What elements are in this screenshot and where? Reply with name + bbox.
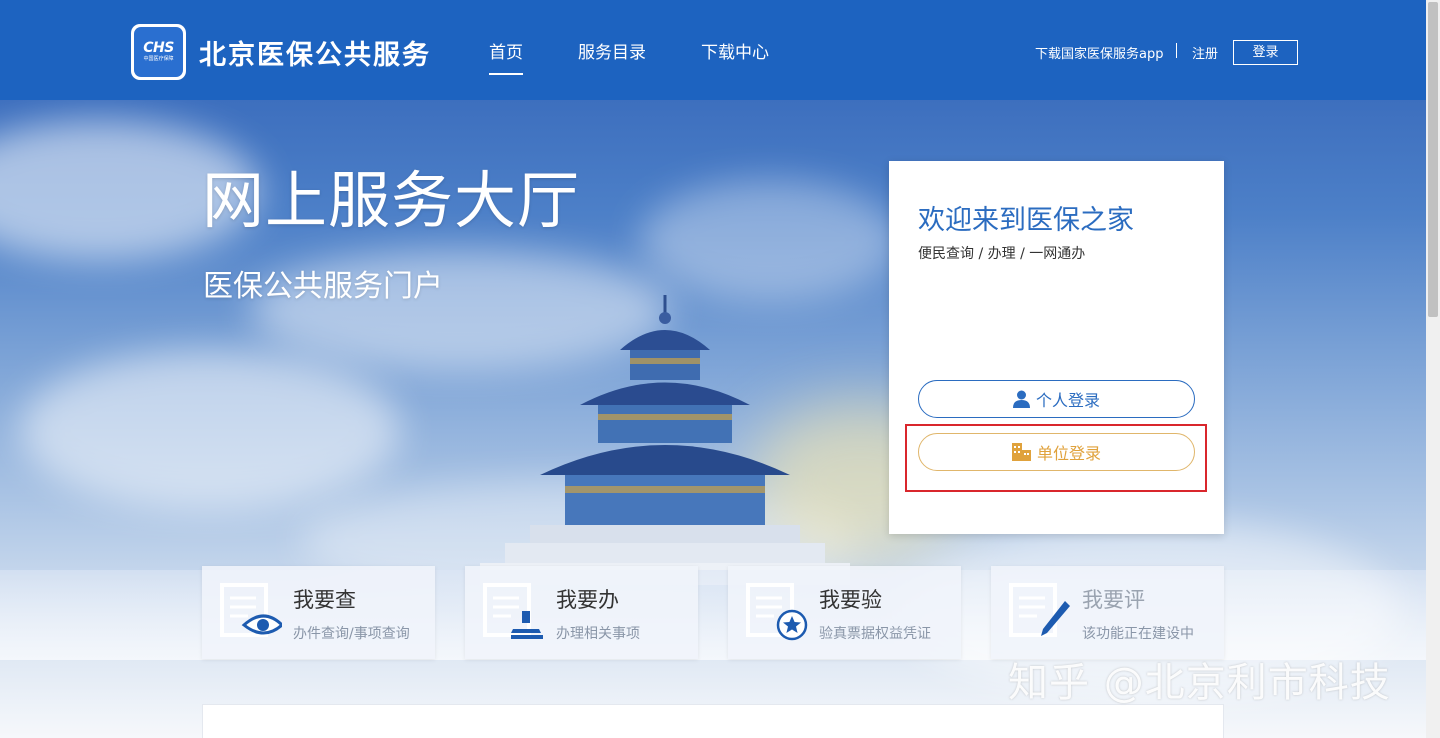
- tile-desc: 办理相关事项: [556, 626, 640, 642]
- nav-download-center[interactable]: 下载中心: [701, 38, 769, 63]
- logo-text: CHS: [143, 40, 174, 56]
- tile-desc: 办件查询/事项查询: [293, 626, 410, 642]
- watermark: 知乎 @北京利市科技: [1008, 660, 1391, 706]
- tile-desc: 该功能正在建设中: [1082, 626, 1194, 642]
- document-pen-icon: [1009, 583, 1070, 637]
- service-tile-verify[interactable]: 我要验 验真票据权益凭证: [728, 566, 961, 659]
- welcome-subtitle: 便民查询 / 办理 / 一网通办: [918, 246, 1086, 262]
- tile-name: 我要办: [556, 588, 619, 612]
- cloud-decoration: [20, 350, 400, 510]
- site-title[interactable]: 北京医保公共服务: [199, 33, 431, 72]
- logo-subtext: 中国医疗保障: [143, 56, 174, 62]
- page-scrollbar[interactable]: [1426, 0, 1440, 738]
- tile-desc: 验真票据权益凭证: [819, 626, 931, 642]
- login-card: 欢迎来到医保之家 便民查询 / 办理 / 一网通办 个人登录 单位登录: [889, 161, 1224, 534]
- hero-title: 网上服务大厅: [202, 164, 581, 237]
- download-app-link[interactable]: 下载国家医保服务app: [1035, 43, 1163, 62]
- service-tile-evaluate[interactable]: 我要评 该功能正在建设中: [991, 566, 1224, 659]
- hero-subtitle: 医保公共服务门户: [203, 269, 443, 304]
- temple-of-heaven-image: [480, 295, 850, 585]
- hero-banner: 网上服务大厅 医保公共服务门户 欢迎来到医保之家 便民查询 / 办理 / 一网通…: [0, 100, 1426, 738]
- welcome-title: 欢迎来到医保之家: [918, 205, 1134, 236]
- nav-home[interactable]: 首页: [489, 38, 523, 75]
- scrollbar-thumb[interactable]: [1428, 2, 1438, 317]
- unit-login-button[interactable]: 单位登录: [918, 433, 1195, 471]
- top-header: CHS 中国医疗保障 北京医保公共服务 首页 服务目录 下载中心 下载国家医保服…: [0, 0, 1426, 100]
- tile-name: 我要查: [293, 588, 356, 612]
- building-icon: [1011, 443, 1031, 461]
- personal-login-button[interactable]: 个人登录: [918, 380, 1195, 418]
- document-stamp-icon: [483, 583, 543, 639]
- bottom-content-panel: [202, 704, 1224, 738]
- service-tile-handle[interactable]: 我要办 办理相关事项: [465, 566, 698, 659]
- unit-login-label: 单位登录: [1036, 444, 1101, 463]
- header-login-button[interactable]: 登录: [1233, 40, 1298, 65]
- cloud-decoration: [640, 180, 900, 300]
- chs-logo[interactable]: CHS 中国医疗保障: [131, 24, 186, 80]
- tile-name: 我要验: [819, 588, 882, 612]
- register-link[interactable]: 注册: [1192, 43, 1218, 62]
- tile-name: 我要评: [1082, 588, 1145, 612]
- header-divider: [1176, 43, 1177, 58]
- service-tile-query[interactable]: 我要查 办件查询/事项查询: [202, 566, 435, 659]
- nav-service-catalog[interactable]: 服务目录: [578, 38, 646, 63]
- person-icon: [1012, 390, 1030, 408]
- document-eye-icon: [220, 583, 282, 637]
- document-star-icon: [746, 583, 808, 641]
- logo-inner: CHS 中国医疗保障: [134, 27, 183, 77]
- personal-login-label: 个人登录: [1035, 391, 1100, 410]
